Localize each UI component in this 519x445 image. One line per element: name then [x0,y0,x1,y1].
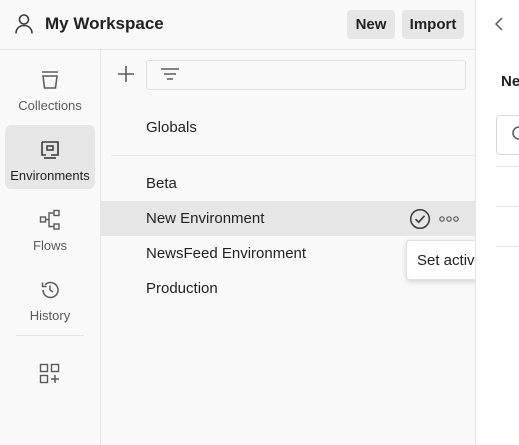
environment-name: Production [146,280,218,297]
right-panel-divider [496,206,519,207]
sidebar-item-label: Environments [10,168,90,183]
environment-name: NewsFeed Environment [146,245,307,262]
list-divider [111,155,475,156]
more-options-icon[interactable] [439,212,459,226]
sidebar-item-label: Flows [33,238,67,253]
flows-icon [39,209,60,230]
plus-icon[interactable] [117,65,135,83]
search-icon [512,126,519,140]
collections-icon [42,71,58,89]
sidebar-item-environments[interactable]: Environments [5,125,95,189]
environment-name: Beta [146,175,177,192]
right-panel-search-box[interactable] [496,115,519,155]
right-panel-divider [496,246,519,247]
chevron-left-icon[interactable] [494,17,504,31]
list-item[interactable]: New Environment [101,201,475,236]
filter-input[interactable] [146,60,466,90]
history-icon [41,281,59,299]
tooltip-text: Set active [417,252,483,269]
add-apps-icon[interactable] [39,363,61,385]
import-button[interactable]: Import [402,10,464,39]
environments-icon [41,141,59,159]
globals-label: Globals [146,119,197,136]
list-item[interactable]: Beta [101,166,475,201]
filter-icon [161,68,179,80]
user-icon [15,14,33,34]
sidebar-item-history[interactable]: History [5,265,95,329]
sidebar-item-flows[interactable]: Flows [5,195,95,259]
right-panel-divider [496,166,519,167]
new-button[interactable]: New [347,10,395,39]
workspace-title[interactable]: My Workspace [45,14,164,34]
sidebar: Collections Environments Flows History [0,50,101,445]
workspace-header: My Workspace New Import [0,0,475,50]
right-panel-title: Ne [501,73,519,90]
globals-row[interactable]: Globals [101,110,475,145]
sidebar-item-label: History [29,308,71,323]
sidebar-item-collections[interactable]: Collections [5,55,95,119]
environment-name: New Environment [146,210,265,227]
sidebar-divider [16,335,84,336]
right-panel: Ne [475,0,519,445]
sidebar-item-label: Collections [18,98,82,113]
check-circle-icon[interactable] [409,208,431,230]
